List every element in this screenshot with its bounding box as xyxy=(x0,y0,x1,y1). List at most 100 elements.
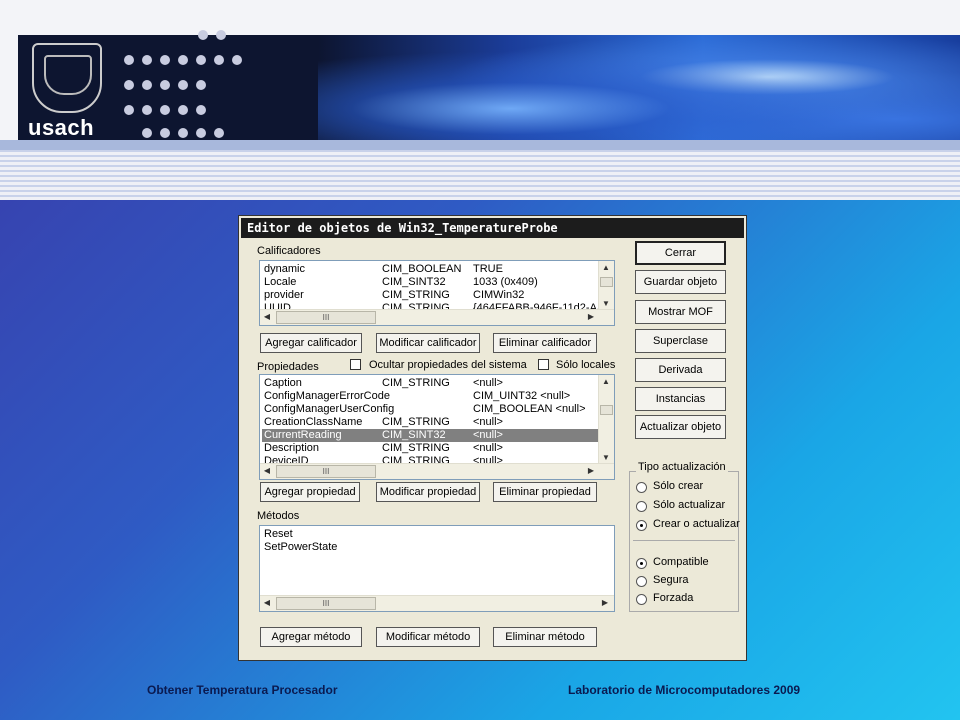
list-row[interactable]: Description CIM_STRING <null> xyxy=(262,442,598,455)
modify-property-button[interactable]: Modificar propiedad xyxy=(376,482,480,502)
radio-label: Compatible xyxy=(653,556,709,568)
banner-stripe xyxy=(0,140,960,150)
list-row[interactable]: provider CIM_STRING CIMWin32 xyxy=(262,289,598,302)
local-only-label: Sólo locales xyxy=(556,359,616,371)
scroll-right-icon[interactable]: ▶ xyxy=(598,596,612,610)
list-cell: Caption xyxy=(264,377,302,389)
qualifiers-hscroll[interactable]: ◀ III ▶ xyxy=(260,309,614,325)
scroll-up-icon[interactable]: ▲ xyxy=(599,375,613,389)
list-cell: CIM_STRING xyxy=(382,289,450,301)
list-cell: ConfigManagerUserConfig xyxy=(264,403,395,415)
list-cell: CIM_UINT32 <null> xyxy=(473,390,571,402)
list-cell: SetPowerState xyxy=(264,541,338,553)
radio-label: Segura xyxy=(653,574,689,586)
list-cell: 1033 (0x409) xyxy=(473,276,538,288)
methods-label: Métodos xyxy=(257,510,300,522)
banner-stripes xyxy=(0,150,960,200)
list-cell: dynamic xyxy=(264,263,305,275)
show-mof-button[interactable]: Mostrar MOF xyxy=(635,300,726,324)
list-row[interactable]: Caption CIM_STRING <null> xyxy=(262,377,598,390)
list-row[interactable]: ConfigManagerErrorCode CIM_UINT32 <null> xyxy=(262,390,598,403)
scroll-right-icon[interactable]: ▶ xyxy=(584,310,598,324)
modify-method-button[interactable]: Modificar método xyxy=(376,627,480,647)
scroll-up-icon[interactable]: ▲ xyxy=(599,261,613,275)
scroll-left-icon[interactable]: ◀ xyxy=(260,310,274,324)
header-banner: usach xyxy=(0,0,960,200)
list-cell: provider xyxy=(264,289,304,301)
radio-button[interactable] xyxy=(636,558,647,569)
list-row[interactable]: CurrentReading CIM_SINT32 <null> xyxy=(262,429,598,442)
list-cell: TRUE xyxy=(473,263,503,275)
radio-button[interactable] xyxy=(636,482,647,493)
qualifiers-vscroll[interactable]: ▲ ▼ xyxy=(598,261,614,311)
local-only-checkbox[interactable] xyxy=(538,359,549,370)
scroll-thumb[interactable]: III xyxy=(276,311,376,324)
scroll-thumb[interactable] xyxy=(600,405,613,415)
save-object-button[interactable]: Guardar objeto xyxy=(635,270,726,294)
update-type-divider xyxy=(633,540,735,541)
hide-system-properties-checkbox[interactable] xyxy=(350,359,361,370)
list-cell: <null> xyxy=(473,416,503,428)
list-row[interactable]: Reset xyxy=(262,528,612,541)
scroll-right-icon[interactable]: ▶ xyxy=(584,464,598,478)
scroll-thumb[interactable]: III xyxy=(276,597,376,610)
methods-list[interactable]: Reset SetPowerState ◀ III ▶ xyxy=(259,525,615,612)
crest-icon xyxy=(32,43,102,113)
radio-label: Sólo crear xyxy=(653,480,704,492)
scroll-left-icon[interactable]: ◀ xyxy=(260,464,274,478)
qualifiers-list[interactable]: dynamic CIM_BOOLEAN TRUE Locale CIM_SINT32 10… xyxy=(259,260,615,326)
add-qualifier-button[interactable]: Agregar calificador xyxy=(260,333,362,353)
scroll-thumb[interactable] xyxy=(600,277,613,287)
methods-hscroll[interactable]: ◀ III ▶ xyxy=(260,595,614,611)
list-cell: CIMWin32 xyxy=(473,289,525,301)
banner-graphic xyxy=(18,35,960,140)
logo-text: usach xyxy=(28,115,95,140)
superclass-button[interactable]: Superclase xyxy=(635,329,726,353)
derived-button[interactable]: Derivada xyxy=(635,358,726,382)
scroll-left-icon[interactable]: ◀ xyxy=(260,596,274,610)
list-row[interactable]: CreationClassName CIM_STRING <null> xyxy=(262,416,598,429)
properties-hscroll[interactable]: ◀ III ▶ xyxy=(260,463,614,479)
modify-qualifier-button[interactable]: Modificar calificador xyxy=(376,333,480,353)
list-cell: CIM_SINT32 xyxy=(382,276,446,288)
radio-button[interactable] xyxy=(636,520,647,531)
university-logo: usach xyxy=(18,35,113,140)
delete-qualifier-button[interactable]: Eliminar calificador xyxy=(493,333,597,353)
footer-right: Laboratorio de Microcomputadores 2009 xyxy=(568,683,801,697)
add-method-button[interactable]: Agregar método xyxy=(260,627,362,647)
qualifiers-label: Calificadores xyxy=(257,245,321,257)
update-object-button[interactable]: Actualizar objeto xyxy=(635,415,726,439)
list-row[interactable]: SetPowerState xyxy=(262,541,612,554)
list-cell: ConfigManagerErrorCode xyxy=(264,390,390,402)
list-row[interactable]: Locale CIM_SINT32 1033 (0x409) xyxy=(262,276,598,289)
radio-button[interactable] xyxy=(636,501,647,512)
radio-button[interactable] xyxy=(636,594,647,605)
delete-method-button[interactable]: Eliminar método xyxy=(493,627,597,647)
list-cell: CIM_STRING xyxy=(382,377,450,389)
list-cell: <null> xyxy=(473,377,503,389)
list-row[interactable]: ConfigManagerUserConfig CIM_BOOLEAN <null… xyxy=(262,403,598,416)
scroll-thumb[interactable]: III xyxy=(276,465,376,478)
list-cell: CIM_BOOLEAN xyxy=(382,263,462,275)
properties-label: Propiedades xyxy=(257,361,319,373)
list-cell: Reset xyxy=(264,528,293,540)
properties-vscroll[interactable]: ▲ ▼ xyxy=(598,375,614,465)
object-editor-dialog: Editor de objetos de Win32_TemperaturePr… xyxy=(238,215,747,661)
list-cell: Locale xyxy=(264,276,297,288)
hide-system-properties-label: Ocultar propiedades del sistema xyxy=(369,359,527,371)
add-property-button[interactable]: Agregar propiedad xyxy=(260,482,360,502)
list-cell: CIM_STRING xyxy=(382,416,450,428)
radio-label: Forzada xyxy=(653,592,694,604)
list-cell: <null> xyxy=(473,429,503,441)
list-cell: Description xyxy=(264,442,320,454)
list-cell: CIM_BOOLEAN <null> xyxy=(473,403,586,415)
close-button[interactable]: Cerrar xyxy=(635,241,726,265)
update-type-label: Tipo actualización xyxy=(636,461,728,473)
instances-button[interactable]: Instancias xyxy=(635,387,726,411)
delete-property-button[interactable]: Eliminar propiedad xyxy=(493,482,597,502)
properties-list[interactable]: Caption CIM_STRING <null> ConfigManagerErro… xyxy=(259,374,615,480)
list-cell: CIM_SINT32 xyxy=(382,429,446,441)
banner-swirl xyxy=(318,35,960,140)
list-row[interactable]: dynamic CIM_BOOLEAN TRUE xyxy=(262,263,598,276)
radio-button[interactable] xyxy=(636,576,647,587)
